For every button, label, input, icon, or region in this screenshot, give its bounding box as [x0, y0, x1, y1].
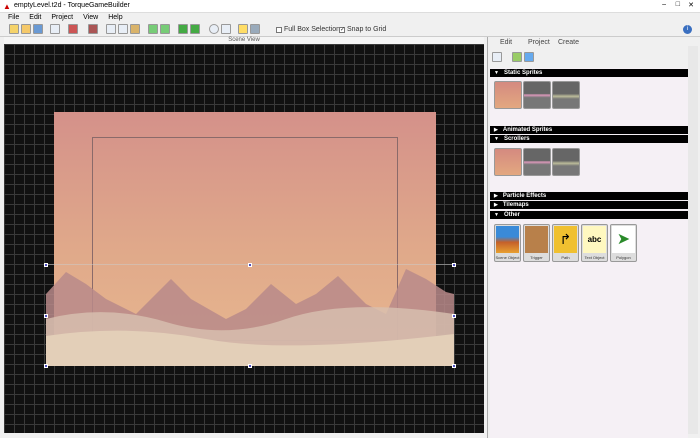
title-bar: ▲ emptyLevel.t2d - TorqueGameBuilder – □…	[0, 0, 700, 13]
checkbox-label: Snap to Grid	[347, 26, 387, 33]
resize-handle[interactable]	[44, 364, 48, 368]
export-icon[interactable]	[68, 24, 78, 34]
undo-icon[interactable]	[148, 24, 158, 34]
checkbox-label: Full Box Selection	[284, 26, 341, 33]
resize-handle[interactable]	[44, 314, 48, 318]
layer-front-icon[interactable]	[190, 24, 200, 34]
menu-help[interactable]: Help	[108, 14, 122, 21]
item-label: Path	[561, 255, 570, 260]
mountains-scroller[interactable]	[46, 264, 454, 366]
new-icon[interactable]	[9, 24, 19, 34]
tab-edit[interactable]: Edit	[500, 39, 512, 46]
refresh-icon[interactable]	[492, 52, 502, 62]
polygon-item[interactable]: ➤ Polygon	[610, 224, 637, 262]
select-tool-icon[interactable]	[209, 24, 219, 34]
scene-canvas[interactable]	[4, 44, 484, 433]
side-panel: Edit Project Create ▼ Static Sprites ▶ Ani…	[487, 37, 700, 438]
menu-view[interactable]: View	[83, 14, 98, 21]
app-icon: ▲	[3, 2, 11, 11]
panel-toolbar	[490, 48, 688, 67]
window-title: emptyLevel.t2d - TorqueGameBuilder	[14, 2, 130, 9]
open-icon[interactable]	[21, 24, 31, 34]
resize-handle[interactable]	[248, 364, 252, 368]
checkbox-box: ✓	[339, 26, 346, 33]
menu-edit[interactable]: Edit	[29, 14, 41, 21]
minimize-button[interactable]: –	[662, 1, 666, 8]
build-icon[interactable]	[88, 24, 98, 34]
full-box-selection-checkbox[interactable]: Full Box Selection	[276, 26, 340, 33]
resize-handle[interactable]	[452, 263, 456, 267]
item-label: Trigger	[530, 255, 543, 260]
trigger-icon	[525, 226, 548, 253]
edit-icon[interactable]	[238, 24, 248, 34]
save-icon[interactable]	[33, 24, 43, 34]
tab-project[interactable]: Project	[528, 39, 550, 46]
resize-handle[interactable]	[44, 263, 48, 267]
section-scrollers[interactable]: ▼ Scrollers	[490, 135, 688, 143]
panel-scrollbar[interactable]	[688, 46, 698, 434]
paste-icon[interactable]	[130, 24, 140, 34]
section-tilemaps[interactable]: ▶ Tilemaps	[490, 201, 688, 209]
menu-bar: File Edit Project View Help	[0, 13, 700, 22]
scroller-thumbnail[interactable]	[494, 148, 522, 176]
item-label: Polygon	[616, 255, 631, 260]
menu-file[interactable]: File	[8, 14, 19, 21]
section-animated-sprites[interactable]: ▶ Animated Sprites	[490, 126, 688, 134]
image-builder-icon[interactable]	[524, 52, 534, 62]
checkbox-box	[276, 26, 282, 33]
section-label: Scrollers	[503, 136, 530, 142]
cut-icon[interactable]	[106, 24, 116, 34]
tab-create[interactable]: Create	[558, 39, 579, 46]
menu-project[interactable]: Project	[51, 14, 73, 21]
copy-icon[interactable]	[118, 24, 128, 34]
section-label: Particle Effects	[502, 193, 547, 199]
resize-handle[interactable]	[248, 263, 252, 267]
resize-handle[interactable]	[452, 314, 456, 318]
scene-view-header: Scene View	[4, 37, 484, 44]
add-image-icon[interactable]	[512, 52, 522, 62]
redo-icon[interactable]	[160, 24, 170, 34]
scroller-thumbnail[interactable]	[523, 148, 551, 176]
item-label: Scene Object	[495, 255, 520, 260]
info-icon[interactable]: i	[683, 25, 692, 34]
path-item[interactable]: ↱ Path	[552, 224, 579, 262]
screen-icon[interactable]	[250, 24, 260, 34]
resize-handle[interactable]	[452, 364, 456, 368]
pointer-icon[interactable]	[221, 24, 231, 34]
item-label: Text Object	[584, 255, 605, 260]
toolbar: Full Box Selection ✓ Snap to Grid i	[0, 22, 700, 37]
panel-tabs: Edit Project Create	[488, 37, 700, 47]
text-object-icon: abc	[583, 226, 606, 253]
sprite-thumbnail[interactable]	[494, 81, 522, 109]
scene-object-icon	[496, 226, 519, 253]
maximize-button[interactable]: □	[676, 1, 680, 8]
text-object-item[interactable]: abc Text Object	[581, 224, 608, 262]
section-label: Static Sprites	[503, 70, 543, 76]
section-label: Other	[503, 212, 520, 218]
scroller-thumbnail[interactable]	[552, 148, 580, 176]
section-label: Tilemaps	[502, 202, 529, 208]
section-particle-effects[interactable]: ▶ Particle Effects	[490, 192, 688, 200]
section-static-sprites[interactable]: ▼ Static Sprites	[490, 69, 688, 77]
section-label: Animated Sprites	[502, 127, 553, 133]
create-panel: ▼ Static Sprites ▶ Animated Sprites ▼ Scrol…	[490, 68, 688, 438]
path-icon: ↱	[554, 226, 577, 253]
section-other[interactable]: ▼ Other	[490, 211, 688, 219]
sprite-thumbnail[interactable]	[523, 81, 551, 109]
trigger-item[interactable]: Trigger	[523, 224, 550, 262]
sprite-thumbnail[interactable]	[552, 81, 580, 109]
snap-to-grid-checkbox[interactable]: ✓ Snap to Grid	[339, 26, 386, 33]
polygon-icon: ➤	[612, 226, 635, 253]
import-icon[interactable]	[50, 24, 60, 34]
close-button[interactable]: ✕	[688, 1, 694, 9]
scene-object-item[interactable]: Scene Object	[494, 224, 521, 262]
layer-back-icon[interactable]	[178, 24, 188, 34]
